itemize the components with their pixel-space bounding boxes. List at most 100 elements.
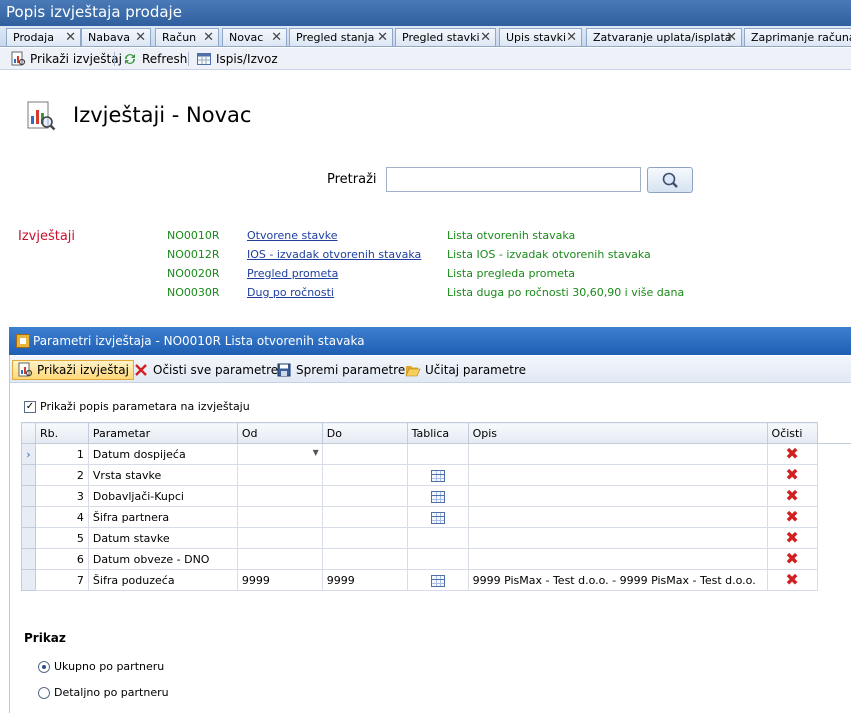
do-field[interactable]: 9999 — [321, 569, 408, 591]
clear-row-button[interactable]: ✖ — [766, 569, 818, 591]
tab-zaprimanje-racuna[interactable]: Zaprimanje računa — [744, 28, 851, 46]
parameter-name: Dobavljači-Kupci — [87, 485, 238, 507]
report-link-otvorene-stavke[interactable]: Otvorene stavke — [247, 229, 338, 242]
clear-all-parameters-button[interactable]: Očisti sve parametre — [133, 360, 278, 380]
parameter-name: Šifra poduzeća — [87, 569, 238, 591]
column-header-parametar[interactable]: Parametar — [87, 422, 238, 444]
do-field[interactable] — [321, 527, 408, 549]
dropdown-arrow-icon[interactable]: ▼ — [313, 448, 319, 457]
od-field[interactable]: 9999 — [236, 569, 323, 591]
report-link-pregled-prometa[interactable]: Pregled prometa — [247, 267, 338, 280]
column-header-rb[interactable]: Rb. — [34, 422, 89, 444]
column-header-od[interactable]: Od — [236, 422, 323, 444]
report-link-ios[interactable]: IOS - izvadak otvorenih stavaka — [247, 248, 421, 261]
table-row[interactable]: 5 Datum stavke ✖ — [21, 527, 851, 549]
search-input[interactable] — [386, 167, 641, 192]
do-field[interactable] — [321, 443, 408, 465]
tablica-cell — [406, 443, 469, 465]
search-label: Pretraži — [327, 172, 377, 187]
toolbar-separator — [188, 52, 189, 66]
column-header-do[interactable]: Do — [321, 422, 408, 444]
do-field[interactable] — [321, 548, 408, 570]
table-row[interactable]: 4 Šifra partnera ✖ — [21, 506, 851, 528]
od-field[interactable] — [236, 548, 323, 570]
table-lookup-button[interactable] — [406, 569, 469, 591]
od-field[interactable] — [236, 506, 323, 528]
delete-icon: ✖ — [785, 528, 799, 547]
table-row[interactable]: 2 Vrsta stavke ✖ — [21, 464, 851, 486]
opis-cell — [467, 443, 768, 465]
parameter-name: Datum stavke — [87, 527, 238, 549]
table-row[interactable]: 6 Datum obveze - DNO ✖ — [21, 548, 851, 570]
tab-racun[interactable]: Račun ✕ — [155, 28, 219, 46]
delete-icon: ✖ — [785, 507, 799, 526]
close-icon[interactable]: ✕ — [135, 29, 146, 46]
parameter-name: Vrsta stavke — [87, 464, 238, 486]
close-icon[interactable]: ✕ — [566, 29, 577, 46]
window-title: Popis izvještaja prodaje — [0, 0, 851, 26]
table-icon — [430, 574, 445, 587]
display-options-title: Prikaz — [24, 631, 66, 645]
close-icon[interactable]: ✕ — [65, 29, 76, 46]
table-lookup-button[interactable] — [406, 506, 469, 528]
clear-row-button[interactable]: ✖ — [766, 548, 818, 570]
show-report-button[interactable]: Prikaži izvještaj — [10, 50, 122, 68]
radio-detaljno-po-partneru[interactable]: Detaljno po partneru — [38, 686, 169, 699]
tab-novac[interactable]: Novac ✕ — [222, 28, 287, 46]
od-field[interactable] — [236, 485, 323, 507]
do-field[interactable] — [321, 485, 408, 507]
delete-icon: ✖ — [785, 444, 799, 463]
tab-pregled-stanja[interactable]: Pregled stanja ✕ — [289, 28, 393, 46]
clear-row-button[interactable]: ✖ — [766, 443, 818, 465]
close-icon[interactable]: ✕ — [377, 29, 388, 46]
save-parameters-button[interactable]: Spremi parametre — [276, 360, 405, 380]
close-icon[interactable]: ✕ — [203, 29, 214, 46]
od-field[interactable] — [236, 527, 323, 549]
tab-pregled-stavki[interactable]: Pregled stavki ✕ — [395, 28, 496, 46]
radio-ukupno-po-partneru[interactable]: Ukupno po partneru — [38, 660, 164, 673]
print-export-button[interactable]: Ispis/Izvoz — [196, 50, 278, 68]
report-code: NO0010R — [167, 229, 220, 242]
report-chart-icon — [26, 100, 56, 132]
tab-zatvaranje[interactable]: Zatvaranje uplata/isplata ✕ — [586, 28, 742, 46]
radio-button[interactable] — [38, 686, 50, 699]
table-lookup-button[interactable] — [406, 464, 469, 486]
report-link-dug-po-rocnosti[interactable]: Dug po ročnosti — [247, 286, 334, 299]
magnifier-icon — [662, 172, 678, 188]
do-field[interactable] — [321, 464, 408, 486]
od-dropdown[interactable]: ▼ — [236, 443, 323, 465]
table-row[interactable]: › 1 Datum dospijeća ▼ ✖ — [21, 443, 851, 465]
column-header-ocisti[interactable]: Očisti — [766, 422, 818, 444]
clear-row-button[interactable]: ✖ — [766, 485, 818, 507]
table-lookup-button[interactable] — [406, 485, 469, 507]
close-icon[interactable]: ✕ — [480, 29, 491, 46]
table-row[interactable]: 7 Šifra poduzeća 9999 9999 9999 PisMax -… — [21, 569, 851, 591]
clear-row-button[interactable]: ✖ — [766, 527, 818, 549]
close-icon[interactable]: ✕ — [271, 29, 282, 46]
reports-heading: Izvještaji — [18, 229, 76, 244]
od-field[interactable] — [236, 464, 323, 486]
load-parameters-button[interactable]: Učitaj parametre — [405, 360, 526, 380]
delete-icon: ✖ — [785, 549, 799, 568]
clear-row-button[interactable]: ✖ — [766, 464, 818, 486]
close-icon[interactable]: ✕ — [726, 29, 737, 46]
table-row[interactable]: 3 Dobavljači-Kupci ✖ — [21, 485, 851, 507]
opis-cell — [467, 464, 768, 486]
column-header-opis[interactable]: Opis — [467, 422, 768, 444]
search-button[interactable] — [647, 167, 693, 193]
table-icon — [430, 511, 445, 524]
do-field[interactable] — [321, 506, 408, 528]
radio-button[interactable] — [38, 660, 50, 673]
show-params-checkbox-row[interactable]: ✓ Prikaži popis parametara na izvještaju — [24, 400, 250, 413]
show-params-checkbox[interactable]: ✓ — [24, 400, 36, 413]
parameters-grid: Rb. Parametar Od Do Tablica Opis Očisti … — [21, 422, 851, 591]
tab-nabava[interactable]: Nabava ✕ — [81, 28, 151, 46]
panel-show-report-button[interactable]: Prikaži izvještaj — [12, 360, 134, 380]
refresh-button[interactable]: Refresh — [122, 50, 187, 68]
tab-upis-stavki[interactable]: Upis stavki ✕ — [499, 28, 582, 46]
clear-row-button[interactable]: ✖ — [766, 506, 818, 528]
current-row-indicator-icon: › — [21, 443, 36, 465]
column-header-tablica[interactable]: Tablica — [406, 422, 469, 444]
report-icon — [17, 362, 33, 378]
tab-prodaja[interactable]: Prodaja ✕ — [6, 28, 81, 46]
